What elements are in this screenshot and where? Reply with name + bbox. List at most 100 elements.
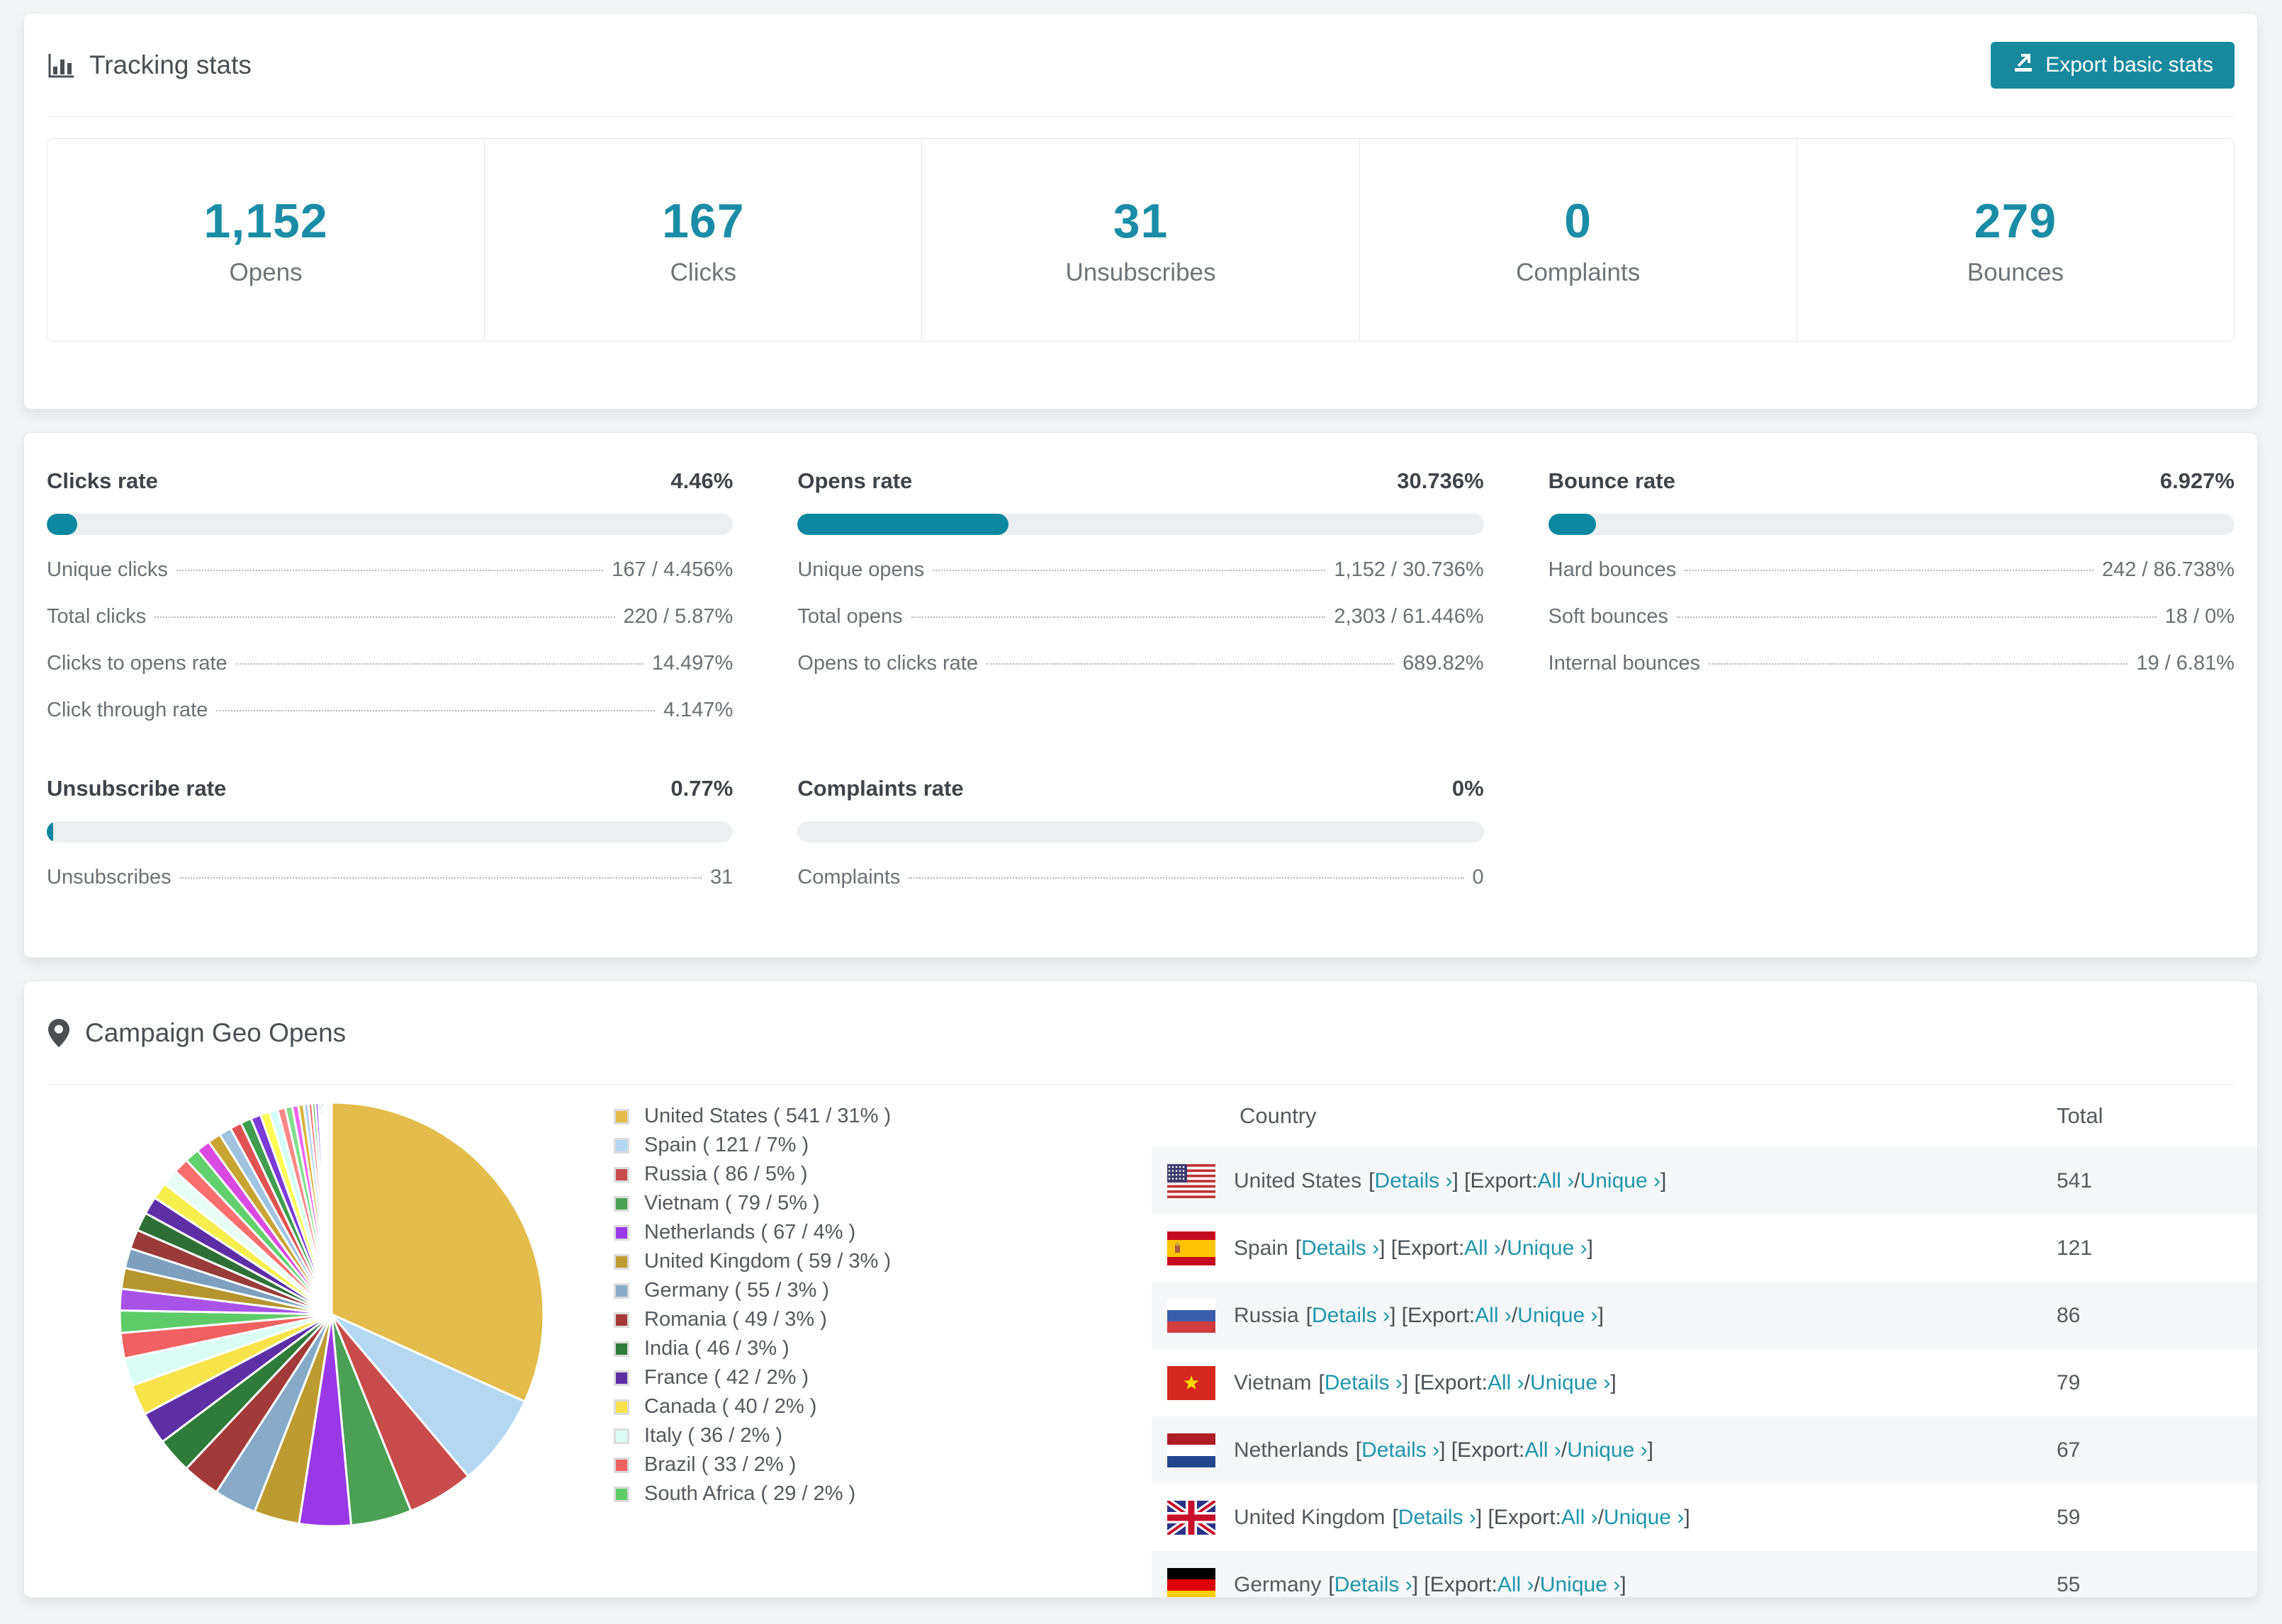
legend-swatch	[614, 1428, 629, 1444]
table-row: United States[Details ›] [Export: All › …	[1152, 1147, 2257, 1214]
legend-item[interactable]: Netherlands ( 67 / 4% )	[614, 1218, 891, 1247]
link-punctuation: ]	[1660, 1168, 1667, 1192]
stat-box-clicks: 167 Clicks	[485, 139, 923, 341]
flag-us-icon	[1167, 1163, 1215, 1198]
link-punctuation: ]	[1620, 1572, 1626, 1596]
legend-swatch	[614, 1224, 629, 1241]
legend-item[interactable]: South Africa ( 29 / 2% )	[614, 1479, 891, 1509]
complaints-count: 0	[1564, 193, 1592, 248]
unsubscribes-label: Unsubscribes	[1065, 258, 1216, 286]
unsubscribe-rate-value: 0.77%	[670, 776, 734, 801]
legend-item[interactable]: Canada ( 40 / 2% )	[614, 1392, 891, 1421]
export-all-link[interactable]: All ›	[1488, 1371, 1524, 1395]
legend-swatch	[614, 1195, 629, 1212]
opens-count: 1,152	[203, 193, 328, 248]
export-unique-link[interactable]: Unique ›	[1567, 1438, 1647, 1462]
geo-section-title: Campaign Geo Opens	[85, 1017, 347, 1047]
country-name: United Kingdom	[1234, 1505, 1386, 1529]
link-punctuation: [	[1318, 1370, 1325, 1394]
stat-box-opens: 1,152 Opens	[47, 139, 485, 341]
country-total: 121	[2057, 1236, 2093, 1260]
export-unique-link[interactable]: Unique ›	[1604, 1506, 1684, 1530]
details-link[interactable]: Details ›	[1325, 1371, 1403, 1395]
legend-item[interactable]: United Kingdom ( 59 / 3% )	[614, 1247, 891, 1276]
legend-item[interactable]: Germany ( 55 / 3% )	[614, 1276, 891, 1305]
geo-table-head: Country Total	[1152, 1085, 2257, 1147]
link-punctuation: Export:	[1407, 1303, 1476, 1327]
legend-item[interactable]: France ( 42 / 2% )	[614, 1363, 891, 1392]
export-unique-link[interactable]: Unique ›	[1507, 1236, 1587, 1261]
legend-label: Italy ( 36 / 2% )	[644, 1424, 783, 1447]
rate-metric-row: Hard bounces 242 / 86.738%	[1548, 558, 2235, 582]
export-all-link[interactable]: All ›	[1464, 1236, 1501, 1261]
rate-metric-row: Total clicks 220 / 5.87%	[47, 605, 733, 628]
export-unique-link[interactable]: Unique ›	[1517, 1304, 1597, 1328]
link-punctuation: [	[1328, 1572, 1334, 1596]
metric-value: 19 / 6.81%	[2136, 652, 2235, 675]
flag-es-icon	[1167, 1231, 1215, 1265]
metric-label: Hard bounces	[1548, 558, 1677, 581]
metric-label: Click through rate	[47, 699, 208, 721]
link-punctuation: ] [	[1412, 1572, 1430, 1596]
link-punctuation: [	[1355, 1438, 1362, 1462]
details-link[interactable]: Details ›	[1374, 1169, 1452, 1193]
metric-value: 0	[1472, 866, 1484, 889]
details-link[interactable]: Details ›	[1334, 1573, 1412, 1597]
table-row: Russia[Details ›] [Export: All › / Uniqu…	[1152, 1282, 2257, 1349]
export-unique-link[interactable]: Unique ›	[1540, 1573, 1620, 1597]
legend-label: Canada ( 40 / 2% )	[644, 1395, 817, 1418]
details-link[interactable]: Details ›	[1361, 1438, 1439, 1462]
legend-swatch	[614, 1457, 629, 1473]
details-link[interactable]: Details ›	[1312, 1304, 1390, 1328]
geo-header: Campaign Geo Opens	[47, 981, 2235, 1085]
details-link[interactable]: Details ›	[1301, 1236, 1379, 1261]
legend-swatch	[614, 1282, 629, 1299]
link-punctuation: [	[1368, 1168, 1375, 1192]
country-name: Russia	[1234, 1303, 1299, 1327]
metric-label: Internal bounces	[1548, 652, 1701, 675]
link-punctuation: ]	[1684, 1505, 1690, 1529]
bounce-rate-title: Bounce rate	[1548, 468, 1675, 493]
legend-swatch	[614, 1253, 629, 1270]
geo-pie-chart	[115, 1098, 549, 1535]
stat-box-bounces: 279 Bounces	[1797, 139, 2234, 341]
link-punctuation: /	[1500, 1236, 1507, 1260]
legend-item[interactable]: Italy ( 36 / 2% )	[614, 1421, 891, 1450]
link-punctuation: [	[1392, 1505, 1398, 1529]
export-all-link[interactable]: All ›	[1561, 1506, 1598, 1530]
link-punctuation: ]	[1647, 1438, 1653, 1462]
link-punctuation: /	[1524, 1370, 1530, 1394]
bounces-label: Bounces	[1967, 258, 2064, 286]
legend-label: Vietnam ( 79 / 5% )	[644, 1192, 820, 1214]
country-column-header: Country	[1240, 1103, 1317, 1128]
dotted-leader	[1709, 663, 2128, 665]
legend-swatch	[614, 1341, 629, 1357]
table-row: United Kingdom[Details ›] [Export: All ›…	[1152, 1484, 2257, 1551]
campaign-geo-opens-card: Campaign Geo Opens United States ( 541 /…	[23, 981, 2258, 1598]
legend-item[interactable]: Vietnam ( 79 / 5% )	[614, 1189, 891, 1218]
legend-item[interactable]: Brazil ( 33 / 2% )	[614, 1450, 891, 1479]
legend-item[interactable]: Romania ( 49 / 3% )	[614, 1305, 891, 1334]
legend-item[interactable]: Spain ( 121 / 7% )	[614, 1131, 891, 1160]
details-link[interactable]: Details ›	[1398, 1506, 1476, 1530]
export-all-link[interactable]: All ›	[1497, 1573, 1534, 1597]
geo-title-group: Campaign Geo Opens	[47, 1017, 346, 1049]
legend-item[interactable]: Russia ( 86 / 5% )	[614, 1160, 891, 1189]
export-all-link[interactable]: All ›	[1538, 1169, 1575, 1193]
export-unique-link[interactable]: Unique ›	[1580, 1169, 1660, 1193]
legend-item[interactable]: India ( 46 / 3% )	[614, 1334, 891, 1363]
export-all-link[interactable]: All ›	[1524, 1438, 1561, 1462]
link-punctuation: /	[1511, 1303, 1518, 1327]
export-all-link[interactable]: All ›	[1475, 1304, 1512, 1328]
country-total: 541	[2057, 1168, 2093, 1192]
export-basic-stats-button[interactable]: Export basic stats	[1991, 41, 2235, 89]
link-punctuation: Export:	[1429, 1572, 1497, 1596]
export-unique-link[interactable]: Unique ›	[1530, 1371, 1610, 1395]
unsubscribe-rate-progressbar	[47, 821, 734, 842]
page-title: Tracking stats	[89, 50, 252, 79]
legend-label: India ( 46 / 3% )	[644, 1337, 789, 1360]
legend-item[interactable]: United States ( 541 / 31% )	[614, 1102, 891, 1131]
link-punctuation: Export:	[1420, 1370, 1488, 1394]
link-punctuation: /	[1534, 1572, 1540, 1596]
clicks-rate-title: Clicks rate	[47, 468, 158, 493]
